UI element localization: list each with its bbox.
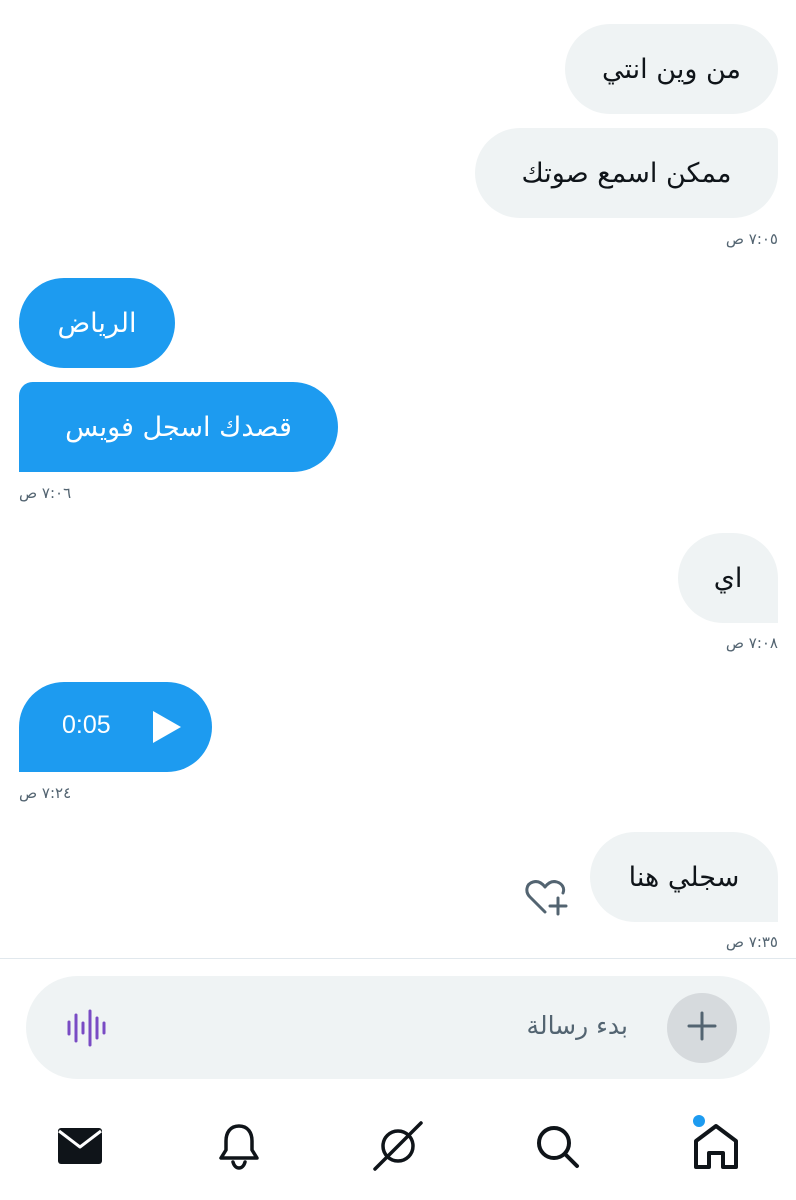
composer-divider xyxy=(0,958,796,959)
play-icon[interactable] xyxy=(150,711,182,743)
message-text: اي xyxy=(713,562,743,594)
message-input[interactable]: بدء رسالة xyxy=(527,1013,628,1038)
mail-icon xyxy=(57,1127,103,1169)
new-content-dot xyxy=(693,1115,705,1127)
nav-notifications[interactable] xyxy=(209,1118,269,1178)
message-bubble-outgoing[interactable]: الرياض xyxy=(19,278,175,368)
message-composer[interactable]: بدء رسالة xyxy=(26,976,770,1079)
voice-duration: 0:05 xyxy=(62,711,111,739)
heart-plus-icon[interactable] xyxy=(524,876,570,918)
message-text: ممكن اسمع صوتك xyxy=(521,157,732,189)
message-time: ٧:٠٥ ص xyxy=(725,230,778,248)
voice-wave-icon[interactable] xyxy=(66,1009,106,1047)
message-time: ٧:٠٨ ص xyxy=(725,634,778,652)
nav-spaces[interactable] xyxy=(368,1118,428,1178)
message-time: ٧:٠٦ ص xyxy=(19,484,72,502)
message-bubble-incoming[interactable]: من وين انتي xyxy=(565,24,778,114)
message-text: قصدك اسجل فويس xyxy=(65,411,292,443)
message-bubble-incoming[interactable]: سجلي هنا xyxy=(590,832,778,922)
message-bubble-incoming[interactable]: ممكن اسمع صوتك xyxy=(475,128,778,218)
voice-message-bubble[interactable]: 0:05 xyxy=(19,682,212,772)
message-bubble-outgoing[interactable]: قصدك اسجل فويس xyxy=(19,382,338,472)
spaces-icon xyxy=(371,1119,425,1177)
message-time: ٧:٢٤ ص xyxy=(19,784,72,802)
bottom-navigation xyxy=(0,1100,796,1200)
message-bubble-incoming[interactable]: اي xyxy=(678,533,778,623)
add-attachment-button[interactable] xyxy=(667,993,737,1063)
message-text: سجلي هنا xyxy=(628,861,740,893)
message-time: ٧:٣٥ ص xyxy=(725,933,778,951)
home-icon xyxy=(692,1123,740,1173)
nav-search[interactable] xyxy=(527,1118,587,1178)
message-text: من وين انتي xyxy=(602,53,741,85)
plus-icon xyxy=(687,1011,717,1045)
bell-icon xyxy=(217,1122,261,1174)
nav-home[interactable] xyxy=(686,1115,746,1178)
search-icon xyxy=(534,1123,580,1173)
message-text: الرياض xyxy=(57,307,137,339)
nav-messages[interactable] xyxy=(50,1118,110,1178)
